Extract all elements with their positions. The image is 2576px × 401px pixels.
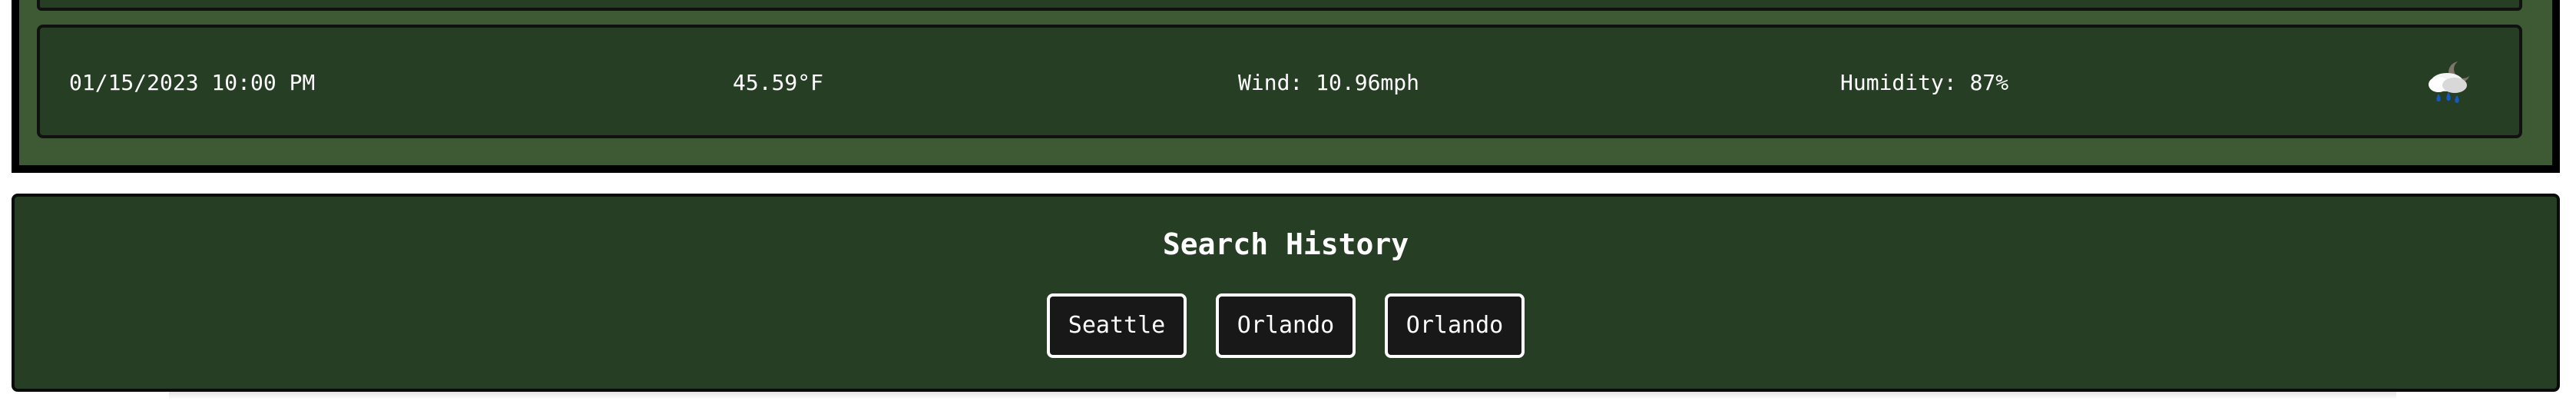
history-city-button-orlando[interactable]: Orlando (1385, 293, 1525, 358)
search-history-panel: Search History Seattle Orlando Orlando (12, 194, 2560, 392)
search-history-list: Seattle Orlando Orlando (15, 293, 2557, 358)
previous-forecast-card-edge (37, 0, 2522, 11)
forecast-date-time: 01/15/2023 10:00 PM (69, 70, 316, 95)
history-city-button-orlando[interactable]: Orlando (1216, 293, 1356, 358)
rain-cloud-moon-icon (2429, 60, 2472, 103)
history-city-button-seattle[interactable]: Seattle (1047, 293, 1187, 358)
forecast-wind-speed: Wind: 10.96mph (1238, 70, 1420, 95)
page-bottom-shadow (169, 392, 2396, 399)
forecast-humidity: Humidity: 87% (1840, 70, 2009, 95)
forecast-temperature: 45.59°F (733, 70, 824, 95)
search-history-title: Search History (1162, 227, 1409, 261)
forecast-row: 01/15/2023 10:00 PM 45.59°F Wind: 10.96m… (37, 25, 2522, 138)
